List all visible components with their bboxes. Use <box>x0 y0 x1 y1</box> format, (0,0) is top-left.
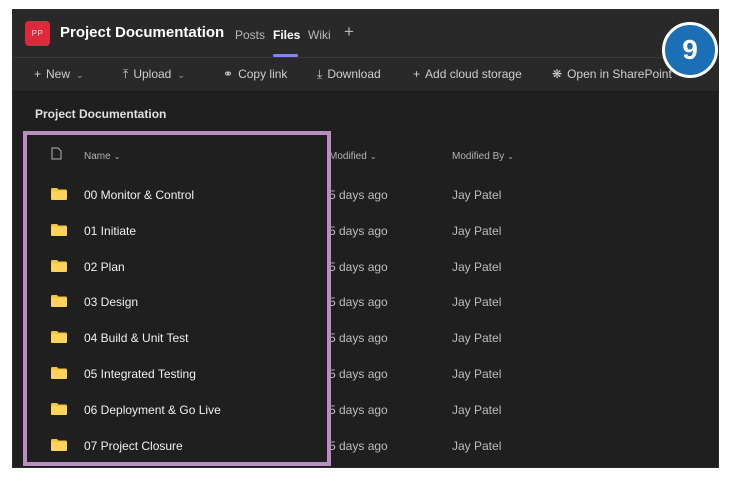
folder-name[interactable]: 01 Initiate <box>84 224 136 238</box>
tab-posts[interactable]: Posts <box>235 28 265 42</box>
modified-date: 5 days ago <box>329 402 388 417</box>
folder-icon <box>51 330 67 344</box>
folder-icon <box>51 366 67 379</box>
modified-by: Jay Patel <box>452 331 502 346</box>
table-row[interactable]: 07 Project Closure5 days agoJay Patel <box>27 427 327 462</box>
folder-name[interactable]: 04 Build & Unit Test <box>84 331 189 345</box>
link-icon: ⚭ <box>223 67 234 81</box>
column-modified-by-label: Modified By <box>452 151 505 162</box>
folder-icon <box>51 402 67 415</box>
folder-icon <box>51 438 67 451</box>
copy-link-label: Copy link <box>238 67 288 81</box>
folder-icon <box>51 294 67 308</box>
modified-date: 5 days ago <box>329 367 388 381</box>
folder-icon <box>51 223 67 236</box>
chevron-down-icon: ⌄ <box>177 70 185 80</box>
column-header-modified[interactable]: Modified ⌄ <box>329 151 377 162</box>
channel-header: PP Project Documentation Posts Files Wik… <box>13 10 718 58</box>
modified-date: 5 days ago <box>329 295 388 310</box>
table-row[interactable]: 02 Plan5 days agoJay Patel <box>27 248 327 284</box>
teams-files-window: PP Project Documentation Posts Files Wik… <box>12 9 719 468</box>
upload-label: Upload <box>133 67 172 81</box>
files-toolbar: + New ⌄ ⤒ Upload ⌄ ⚭ Copy link ⤓ Download + Add… <box>13 58 718 92</box>
chevron-down-icon: ⌄ <box>507 152 514 161</box>
breadcrumb[interactable]: Project Documentation <box>35 107 166 121</box>
column-name-label: Name <box>84 151 111 162</box>
folder-name[interactable]: 07 Project Closure <box>84 439 183 453</box>
plus-icon: + <box>413 67 421 81</box>
modified-by: Jay Patel <box>452 223 502 238</box>
modified-date: 5 days ago <box>329 331 388 346</box>
download-icon: ⤓ <box>317 67 323 81</box>
chevron-down-icon: ⌄ <box>369 152 377 161</box>
add-tab-button[interactable]: + <box>344 22 354 42</box>
modified-date: 5 days ago <box>329 438 388 453</box>
team-avatar[interactable]: PP <box>25 21 50 46</box>
sharepoint-icon: ❋ <box>552 67 563 81</box>
table-row[interactable]: 06 Deployment & Go Live5 days agoJay Pat… <box>27 391 327 427</box>
folder-icon <box>51 259 67 272</box>
modified-by: Jay Patel <box>452 402 502 417</box>
team-title: Project Documentation <box>60 24 225 41</box>
file-type-icon[interactable] <box>51 147 62 163</box>
column-header-modified-by[interactable]: Modified By ⌄ <box>452 151 514 162</box>
tab-files[interactable]: Files <box>273 28 300 42</box>
chevron-down-icon: ⌄ <box>76 70 84 80</box>
add-cloud-storage-button[interactable]: + Add cloud storage <box>413 67 522 81</box>
table-row[interactable]: 05 Integrated Testing5 days agoJay Patel <box>27 355 327 391</box>
file-list-header-highlighted: Name⌄ Modified⌄ <box>27 143 327 169</box>
column-header-name[interactable]: Name⌄ <box>84 151 120 162</box>
sharepoint-label: Open in SharePoint <box>567 67 672 81</box>
upload-button[interactable]: ⤒ Upload ⌄ <box>123 67 185 82</box>
new-label: New <box>46 67 71 81</box>
modified-date: 5 days ago <box>329 223 388 238</box>
plus-icon: + <box>34 67 42 81</box>
table-row[interactable]: 00 Monitor & Control5 days agoJay Patel <box>27 176 327 212</box>
open-in-sharepoint-button[interactable]: ❋ Open in SharePoint <box>552 67 672 81</box>
copy-link-button[interactable]: ⚭ Copy link <box>223 67 287 81</box>
modified-by: Jay Patel <box>452 259 502 274</box>
modified-date: 5 days ago <box>329 259 388 274</box>
table-row[interactable]: 01 Initiate5 days agoJay Patel <box>27 212 327 248</box>
new-button[interactable]: + New ⌄ <box>34 67 84 81</box>
add-cloud-label: Add cloud storage <box>425 67 522 81</box>
modified-date: 5 days ago <box>329 188 388 202</box>
modified-by: Jay Patel <box>452 367 502 381</box>
column-modified-label: Modified <box>329 151 367 162</box>
highlighted-name-column: Name⌄ Modified⌄ 00 Monitor & Control5 da… <box>27 135 327 462</box>
folder-name[interactable]: 05 Integrated Testing <box>84 367 196 381</box>
upload-icon: ⤒ <box>123 67 129 81</box>
modified-by: Jay Patel <box>452 438 502 453</box>
download-button[interactable]: ⤓ Download <box>317 67 381 82</box>
modified-by: Jay Patel <box>452 295 502 310</box>
table-row[interactable]: 04 Build & Unit Test5 days agoJay Patel <box>27 319 327 355</box>
download-label: Download <box>327 67 381 81</box>
step-number-badge: 9 <box>662 22 718 78</box>
active-tab-indicator <box>273 54 298 57</box>
modified-by: Jay Patel <box>452 188 502 202</box>
folder-name[interactable]: 03 Design <box>84 295 138 309</box>
tab-wiki[interactable]: Wiki <box>308 28 331 42</box>
folder-name[interactable]: 06 Deployment & Go Live <box>84 403 221 417</box>
folder-icon <box>51 187 67 200</box>
chevron-down-icon: ⌄ <box>113 152 121 161</box>
folder-name[interactable]: 00 Monitor & Control <box>84 188 194 202</box>
table-row[interactable]: 03 Design5 days agoJay Patel <box>27 283 327 319</box>
folder-name[interactable]: 02 Plan <box>84 260 125 274</box>
